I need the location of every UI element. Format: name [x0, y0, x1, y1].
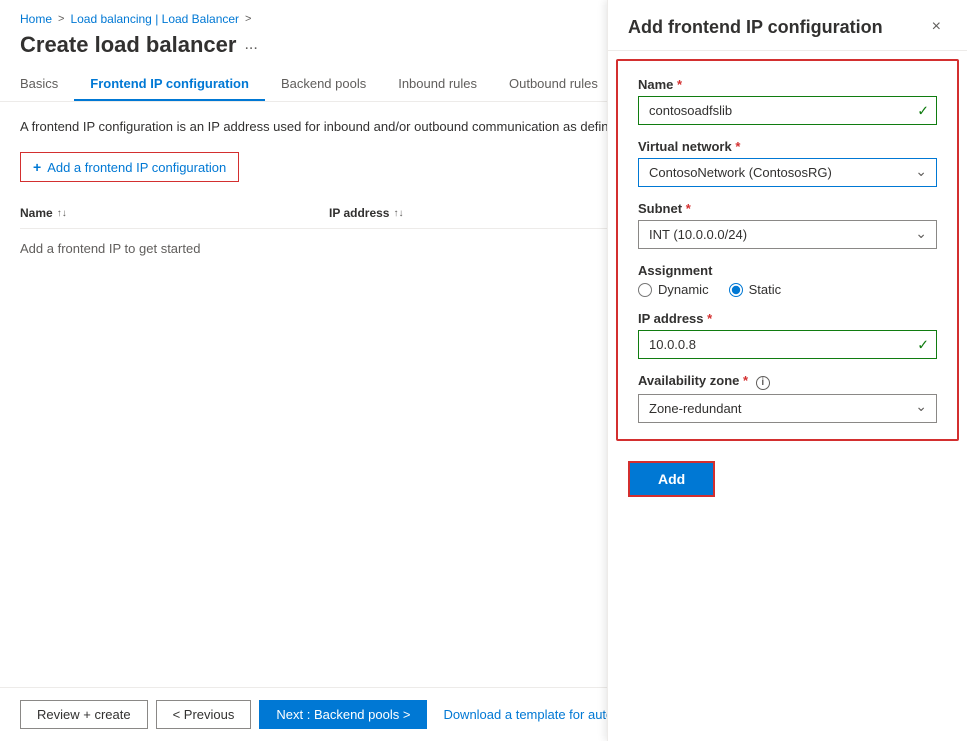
virtual-network-select[interactable]: ContosoNetwork (ContososRG) [638, 158, 937, 187]
assignment-label: Assignment [638, 263, 937, 278]
add-icon: + [33, 159, 41, 175]
subnet-select[interactable]: INT (10.0.0.0/24) [638, 220, 937, 249]
breadcrumb-sep2: > [245, 13, 251, 25]
breadcrumb-sep1: > [58, 13, 64, 25]
tab-frontend-ip[interactable]: Frontend IP configuration [74, 68, 265, 101]
radio-dynamic-text: Dynamic [658, 282, 709, 297]
add-button-label: Add a frontend IP configuration [47, 160, 226, 175]
name-input[interactable] [638, 102, 937, 125]
next-button[interactable]: Next : Backend pools > [259, 700, 427, 729]
availability-zone-info-icon[interactable]: i [756, 376, 770, 390]
subnet-label: Subnet * [638, 201, 937, 216]
virtual-network-label: Virtual network * [638, 139, 937, 154]
ip-check-icon: ✓ [917, 336, 929, 353]
radio-dynamic-label[interactable]: Dynamic [638, 282, 709, 297]
tab-outbound-rules[interactable]: Outbound rules [493, 68, 614, 101]
breadcrumb-home[interactable]: Home [20, 12, 52, 26]
main-content: A frontend IP configuration is an IP add… [0, 102, 967, 687]
col-header-ip: IP address ↑↓ [329, 206, 638, 220]
add-frontend-ip-button[interactable]: + Add a frontend IP configuration [20, 152, 239, 182]
assignment-field: Assignment Dynamic Static [638, 263, 937, 297]
radio-static-text: Static [749, 282, 782, 297]
review-create-button[interactable]: Review + create [20, 700, 148, 729]
ip-address-label: IP address * [638, 311, 937, 326]
availability-zone-select-wrapper: Zone-redundant 1 2 3 No Zone [638, 394, 937, 423]
availability-zone-label: Availability zone * i [638, 373, 937, 390]
side-panel: Add frontend IP configuration × Name * ✓ [607, 102, 967, 687]
virtual-network-select-wrapper: ContosoNetwork (ContososRG) [638, 158, 937, 187]
ip-address-input[interactable] [638, 330, 937, 359]
breadcrumb-parent[interactable]: Load balancing | Load Balancer [70, 12, 239, 26]
ip-address-field: IP address * ✓ [638, 311, 937, 359]
availability-zone-field: Availability zone * i Zone-redundant 1 2… [638, 373, 937, 423]
availability-zone-select[interactable]: Zone-redundant 1 2 3 No Zone [638, 394, 937, 423]
tab-inbound-rules[interactable]: Inbound rules [382, 68, 493, 101]
side-panel-form: Name * ✓ Virtual network * [616, 102, 959, 441]
name-check-icon: ✓ [917, 102, 929, 119]
subnet-field: Subnet * INT (10.0.0.0/24) [638, 201, 937, 249]
page-title-ellipsis[interactable]: ... [244, 36, 257, 54]
name-field: Name * ✓ [638, 102, 937, 125]
radio-static[interactable] [729, 283, 743, 297]
sort-icon-ip[interactable]: ↑↓ [393, 208, 403, 219]
tab-backend-pools[interactable]: Backend pools [265, 68, 382, 101]
add-button[interactable]: Add [628, 461, 715, 497]
assignment-radio-group: Dynamic Static [638, 282, 937, 297]
radio-static-label[interactable]: Static [729, 282, 782, 297]
tab-basics[interactable]: Basics [20, 68, 74, 101]
page-title: Create load balancer [20, 32, 236, 58]
previous-button[interactable]: < Previous [156, 700, 252, 729]
name-input-wrapper: ✓ [638, 102, 937, 125]
sort-icon-name[interactable]: ↑↓ [57, 208, 67, 219]
col-header-name: Name ↑↓ [20, 206, 329, 220]
ip-address-input-wrapper: ✓ [638, 330, 937, 359]
side-panel-footer: Add [608, 449, 967, 513]
radio-dynamic[interactable] [638, 283, 652, 297]
virtual-network-field: Virtual network * ContosoNetwork (Contos… [638, 139, 937, 187]
subnet-select-wrapper: INT (10.0.0.0/24) [638, 220, 937, 249]
